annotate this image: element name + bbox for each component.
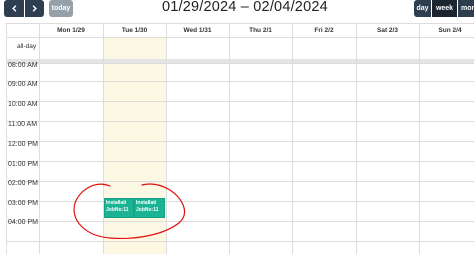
- calendar-event[interactable]: Installati JobNo:11: [134, 198, 165, 218]
- day-divider: [229, 23, 230, 254]
- day-header-mon: Mon 1/29: [57, 27, 85, 34]
- month-view-button[interactable]: month: [458, 0, 474, 17]
- hour-line: [6, 101, 474, 102]
- day-divider: [166, 23, 167, 254]
- day-divider: [356, 23, 357, 254]
- hour-line: [6, 141, 474, 142]
- next-button[interactable]: [25, 0, 44, 17]
- week-grid: Mon 1/29 Tue 1/30 Wed 1/31 Thu 2/1 Fri 2…: [6, 23, 474, 254]
- day-header-sat: Sat 2/3: [377, 27, 398, 34]
- hour-line: [6, 221, 474, 222]
- day-divider: [292, 23, 293, 254]
- time-label-9am: 09:00 AM: [8, 81, 38, 88]
- day-header-wed: Wed 1/31: [183, 27, 212, 34]
- day-header-fri: Fri 2/2: [314, 27, 334, 34]
- event-title: Installati: [136, 200, 157, 206]
- day-header-row: Mon 1/29 Tue 1/30 Wed 1/31 Thu 2/1 Fri 2…: [6, 23, 474, 38]
- time-label-2pm: 02:00 PM: [8, 180, 38, 187]
- hour-line: [6, 161, 474, 162]
- day-view-button[interactable]: day: [414, 0, 431, 17]
- prev-button[interactable]: [4, 0, 24, 17]
- time-label-4pm: 04:00 PM: [8, 219, 38, 226]
- day-header-sun: Sun 2/4: [438, 27, 462, 34]
- hour-line: [6, 241, 474, 242]
- time-label-3pm: 03:00 PM: [8, 200, 38, 207]
- time-label-8am: 08:00 AM: [8, 62, 38, 69]
- allday-label: all-day: [17, 43, 37, 50]
- chevron-right-icon: [32, 5, 37, 12]
- date-range-title: 01/29/2024 – 02/04/2024: [162, 0, 328, 15]
- event-title: Installati: [106, 200, 127, 206]
- day-divider: [39, 23, 40, 254]
- calendar-toolbar: today 01/29/2024 – 02/04/2024 day week m…: [0, 0, 474, 20]
- day-divider: [6, 23, 7, 254]
- allday-row[interactable]: all-day: [6, 38, 474, 63]
- calendar-event[interactable]: Installati JobNo:11: [104, 198, 134, 218]
- hour-line: [6, 201, 474, 202]
- event-job-number: JobNo:11: [136, 207, 159, 213]
- event-job-number: JobNo:11: [106, 207, 129, 213]
- day-header-thu: Thu 2/1: [249, 27, 272, 34]
- today-button[interactable]: today: [49, 0, 73, 17]
- day-header-tue: Tue 1/30: [121, 27, 148, 34]
- time-label-10am: 10:00 AM: [8, 101, 38, 108]
- time-label-12pm: 12:00 PM: [8, 141, 38, 148]
- week-view-button[interactable]: week: [432, 0, 457, 17]
- day-divider: [103, 23, 104, 254]
- time-label-1pm: 01:00 PM: [8, 161, 38, 168]
- chevron-left-icon: [11, 5, 16, 12]
- day-divider: [419, 23, 420, 254]
- hour-line: [6, 181, 474, 182]
- hour-line: [6, 121, 474, 122]
- hour-line: [6, 63, 474, 64]
- time-label-11am: 11:00 AM: [8, 121, 38, 128]
- hour-line: [6, 81, 474, 82]
